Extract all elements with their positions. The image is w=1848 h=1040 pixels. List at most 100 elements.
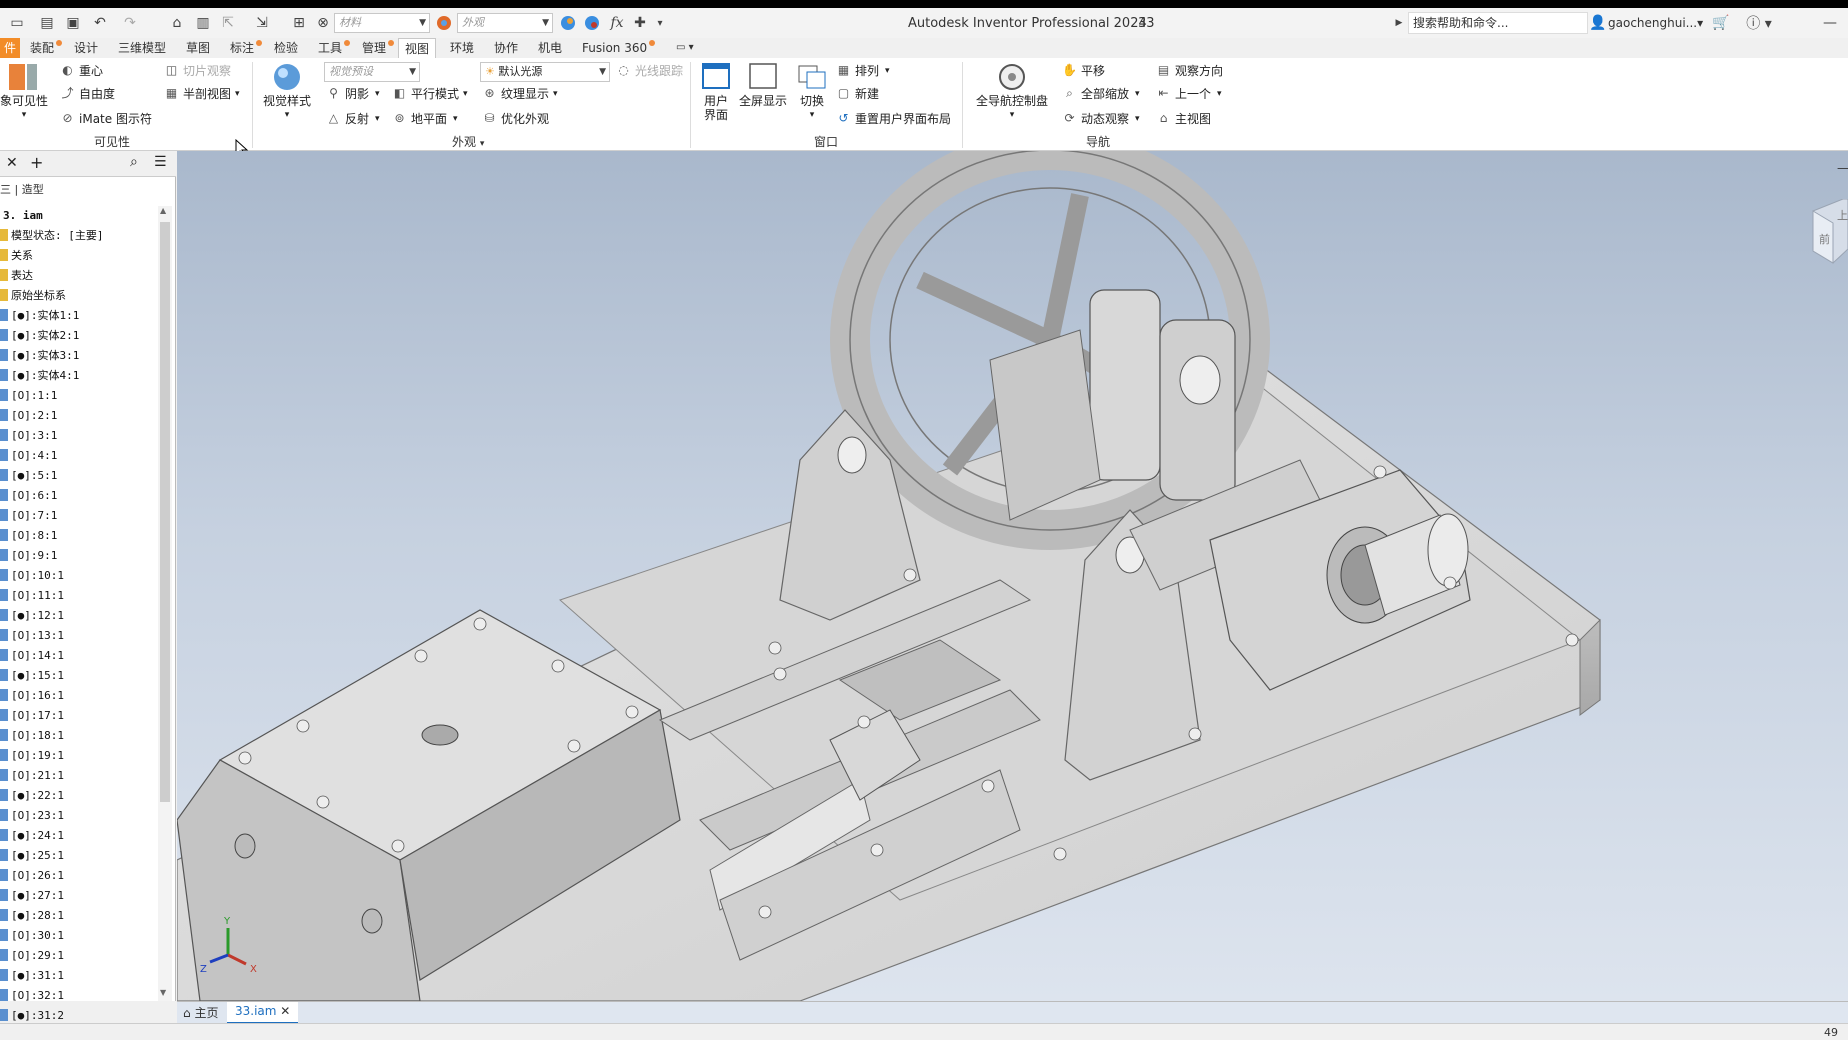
user-interface-button[interactable]: 用户 界面 bbox=[696, 62, 736, 122]
tree-item[interactable]: [O]:2:1 bbox=[0, 405, 57, 425]
tab-manage[interactable]: 管理 bbox=[356, 38, 395, 58]
tab-electromechanical[interactable]: 机电 bbox=[532, 38, 568, 58]
tab-sketch[interactable]: 草图 bbox=[180, 38, 216, 58]
material-dropdown[interactable]: 材料 ▼ bbox=[334, 13, 430, 33]
tree-item[interactable]: [O]:23:1 bbox=[0, 805, 64, 825]
cart-icon[interactable]: 🛒 bbox=[1710, 11, 1732, 35]
open-file-icon[interactable]: ▤ bbox=[36, 11, 58, 35]
tree-item[interactable]: [●]:24:1 bbox=[0, 825, 64, 845]
tab-tools[interactable]: 工具 bbox=[312, 38, 351, 58]
measure-icon[interactable]: ⊞ bbox=[288, 11, 310, 35]
switch-window-button[interactable]: 切换 ▾ bbox=[792, 62, 832, 122]
tree-item[interactable]: [O]:30:1 bbox=[0, 925, 64, 945]
tree-item[interactable]: 关系 bbox=[0, 245, 33, 265]
tree-item[interactable]: [●]:实体1:1 bbox=[0, 305, 79, 325]
tree-item[interactable]: [●]:实体4:1 bbox=[0, 365, 79, 385]
add-icon[interactable]: ✚ bbox=[630, 11, 650, 35]
tree-item[interactable]: [●]:5:1 bbox=[0, 465, 57, 485]
graphics-viewport[interactable]: Y X Z 前 上 — bbox=[177, 151, 1848, 1001]
previous-view-button[interactable]: ⇤ 上一个 ▾ bbox=[1156, 85, 1221, 102]
optimize-appearance-button[interactable]: ⛁ 优化外观 bbox=[482, 110, 549, 127]
tree-item[interactable]: [O]:26:1 bbox=[0, 865, 64, 885]
tree-item[interactable]: [O]:29:1 bbox=[0, 945, 64, 965]
browser-scrollbar[interactable]: ▲ ▼ bbox=[158, 206, 172, 1001]
group-label-appearance[interactable]: 外观 ▾ bbox=[452, 133, 484, 150]
parameters-fx-icon[interactable]: fx bbox=[606, 11, 628, 35]
tree-item[interactable]: [O]:18:1 bbox=[0, 725, 64, 745]
tree-item[interactable]: [O]:10:1 bbox=[0, 565, 64, 585]
visual-preset-dropdown[interactable]: 视觉预设 ▼ bbox=[324, 62, 420, 82]
tree-item[interactable]: [O]:8:1 bbox=[0, 525, 57, 545]
look-at-button[interactable]: ▤ 观察方向 bbox=[1156, 62, 1223, 79]
update-icon[interactable]: ⇲ bbox=[250, 11, 274, 35]
tree-item[interactable]: [O]:13:1 bbox=[0, 625, 64, 645]
tree-item[interactable]: [O]:1:1 bbox=[0, 385, 57, 405]
redo-icon[interactable]: ↷ bbox=[118, 11, 142, 35]
tab-view[interactable]: 视图 bbox=[398, 38, 437, 58]
tab-overflow-icon[interactable]: ▭ ▾ bbox=[670, 38, 700, 58]
scroll-down-icon[interactable]: ▼ bbox=[160, 988, 166, 997]
ground-plane-button[interactable]: ⊚ 地平面 ▾ bbox=[392, 110, 457, 127]
tree-item[interactable]: [O]:9:1 bbox=[0, 545, 57, 565]
close-browser-icon[interactable]: ✕ bbox=[6, 155, 18, 171]
orbit-button[interactable]: ⟳ 动态观察 ▾ bbox=[1062, 110, 1139, 127]
tab-assemble[interactable]: 装配 bbox=[24, 38, 63, 58]
browser-tab-model[interactable]: 三 | 造型 bbox=[0, 181, 44, 197]
tab-design[interactable]: 设计 bbox=[68, 38, 104, 58]
tree-item[interactable]: [●]:15:1 bbox=[0, 665, 64, 685]
tree-item[interactable]: [O]:16:1 bbox=[0, 685, 64, 705]
scroll-thumb[interactable] bbox=[160, 222, 170, 802]
object-visibility-button[interactable]: 象可见性 ▾ bbox=[0, 62, 48, 122]
tree-item[interactable]: 模型状态: [主要] bbox=[0, 225, 104, 245]
tree-item[interactable]: [●]:实体2:1 bbox=[0, 325, 79, 345]
tab-collaborate[interactable]: 协作 bbox=[488, 38, 524, 58]
shadows-button[interactable]: ⚲ 阴影 ▾ bbox=[326, 85, 379, 102]
imate-glyph-button[interactable]: ⊘ iMate 图示符 bbox=[60, 110, 151, 127]
clear-appearance-icon[interactable] bbox=[582, 11, 602, 35]
tree-item[interactable]: [●]:12:1 bbox=[0, 605, 64, 625]
pan-button[interactable]: ✋ 平移 bbox=[1062, 62, 1105, 79]
tree-item[interactable]: [O]:4:1 bbox=[0, 445, 57, 465]
tab-file[interactable]: 件 bbox=[0, 38, 21, 58]
user-icon[interactable]: 👤 bbox=[1589, 11, 1606, 35]
reset-ui-layout-button[interactable]: ↺ 重置用户界面布局 bbox=[836, 110, 951, 127]
tree-item[interactable]: [O]:11:1 bbox=[0, 585, 64, 605]
center-of-gravity-button[interactable]: ◐ 重心 bbox=[60, 62, 103, 79]
fullscreen-button[interactable]: 全屏显示 bbox=[738, 62, 788, 108]
tree-item[interactable]: [O]:19:1 bbox=[0, 745, 64, 765]
home-tab[interactable]: ⌂ 主页 bbox=[183, 1004, 218, 1021]
add-browser-icon[interactable]: + bbox=[30, 153, 43, 172]
tree-item[interactable]: [●]:实体3:1 bbox=[0, 345, 79, 365]
scroll-up-icon[interactable]: ▲ bbox=[160, 206, 166, 215]
tree-item[interactable]: [O]:21:1 bbox=[0, 765, 64, 785]
appearance-ball-icon[interactable] bbox=[434, 11, 454, 35]
projects-icon[interactable]: ▥ bbox=[192, 11, 214, 35]
document-tab-active[interactable]: 33.iam ✕ bbox=[227, 1002, 299, 1024]
tree-item[interactable]: [●]:22:1 bbox=[0, 785, 64, 805]
tree-item[interactable]: [O]:3:1 bbox=[0, 425, 57, 445]
tab-annotate[interactable]: 标注 bbox=[224, 38, 263, 58]
tab-environments[interactable]: 环境 bbox=[444, 38, 480, 58]
search-icon[interactable]: ⌕ bbox=[130, 154, 138, 170]
lighting-style-dropdown[interactable]: ☀ 默认光源 ▼ bbox=[480, 62, 610, 82]
half-section-view-button[interactable]: ▦ 半剖视图 ▾ bbox=[164, 85, 240, 102]
tab-fusion-360[interactable]: Fusion 360 bbox=[576, 38, 656, 58]
stop-icon[interactable]: ⊗ bbox=[312, 11, 334, 35]
tab-inspect[interactable]: 检验 bbox=[268, 38, 304, 58]
orthographic-mode-button[interactable]: ◧ 平行模式 ▾ bbox=[392, 85, 468, 102]
reflection-button[interactable]: △ 反射 ▾ bbox=[326, 110, 380, 127]
tree-item[interactable]: [O]:6:1 bbox=[0, 485, 57, 505]
undo-icon[interactable]: ↶ bbox=[88, 11, 112, 35]
user-name[interactable]: gaochenghui... ▾ bbox=[1608, 8, 1703, 38]
tree-item[interactable]: [●]:31:2 bbox=[0, 1005, 64, 1025]
home-view-button[interactable]: ⌂ 主视图 bbox=[1156, 110, 1211, 127]
minimize-icon[interactable]: — bbox=[1820, 11, 1840, 35]
appearance-dropdown[interactable]: 外观 ▼ bbox=[457, 13, 553, 33]
tree-item[interactable]: [O]:14:1 bbox=[0, 645, 64, 665]
close-tab-icon[interactable]: ✕ bbox=[280, 1004, 290, 1018]
viewport-minimize-icon[interactable]: — bbox=[1837, 161, 1848, 175]
tree-item[interactable]: [O]:32:1 bbox=[0, 985, 64, 1005]
new-window-button[interactable]: ▢ 新建 bbox=[836, 85, 879, 102]
save-icon[interactable]: ▣ bbox=[62, 11, 84, 35]
visual-style-button[interactable]: 视觉样式 ▾ bbox=[262, 62, 312, 122]
